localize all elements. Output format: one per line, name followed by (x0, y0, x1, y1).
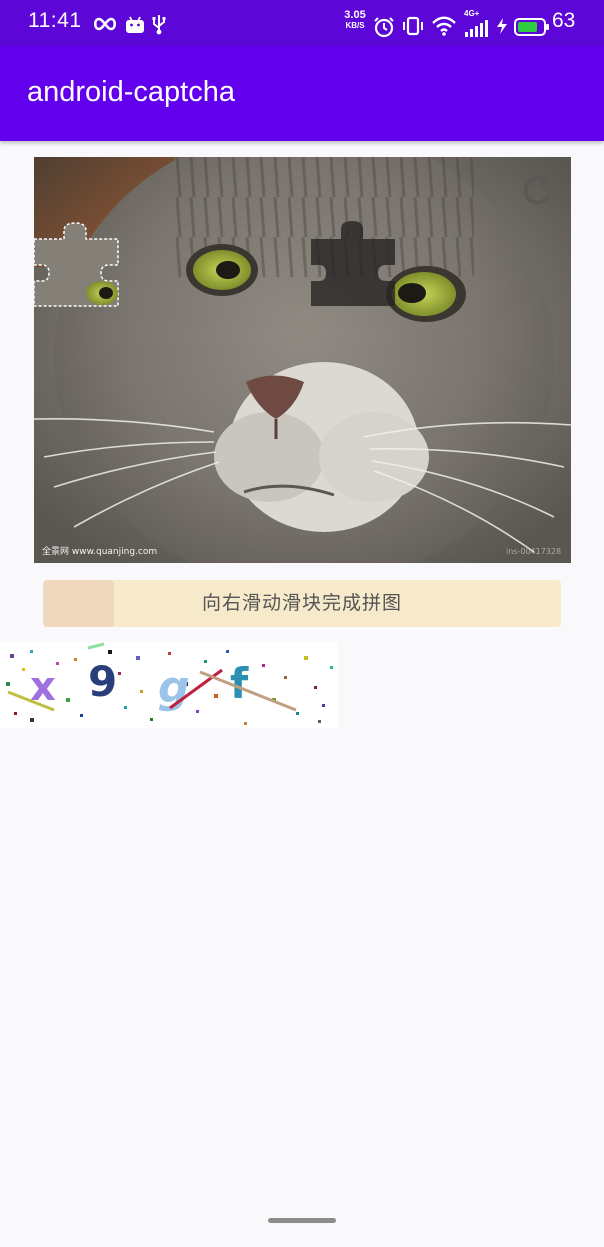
watermark-left: 全景网 www.quanjing.com (42, 545, 157, 557)
net-speed-indicator: 3.05 KB/S (340, 9, 370, 31)
android-icon (126, 16, 144, 33)
captcha-canvas: x 9 g f (6, 642, 333, 725)
vibrate-icon (403, 16, 423, 36)
usb-icon (152, 15, 166, 35)
captcha-char-2: 9 (88, 657, 117, 706)
wifi-icon (432, 16, 456, 36)
charging-icon (497, 18, 507, 34)
home-indicator[interactable] (268, 1218, 336, 1223)
text-captcha-image[interactable]: x 9 g f (0, 642, 338, 728)
battery-percent: 63 (552, 9, 576, 32)
status-bar: 11:41 3.05 KB/S 4G+ 63 (0, 0, 604, 46)
refresh-icon[interactable] (518, 172, 556, 210)
app-title: android-captcha (27, 76, 235, 108)
slider-track[interactable]: 向右滑动滑块完成拼图 (43, 580, 561, 627)
puzzle-captcha-image: 全景网 www.quanjing.com ins-00417328 (34, 157, 571, 563)
app-bar: android-captcha (0, 46, 604, 141)
net-speed-unit: KB/S (345, 21, 365, 30)
alarm-icon (374, 17, 394, 38)
battery-icon (514, 18, 549, 36)
watermark-right: ins-00417328 (506, 547, 561, 556)
signal-icon (465, 20, 488, 37)
slider-hint: 向右滑动滑块完成拼图 (201, 592, 402, 614)
infinity-icon (93, 17, 117, 31)
cat-photo: 全景网 www.quanjing.com ins-00417328 (34, 157, 571, 563)
network-generation: 4G+ (464, 9, 480, 18)
status-time: 11:41 (28, 9, 82, 32)
net-speed-value: 3.05 (344, 9, 366, 21)
